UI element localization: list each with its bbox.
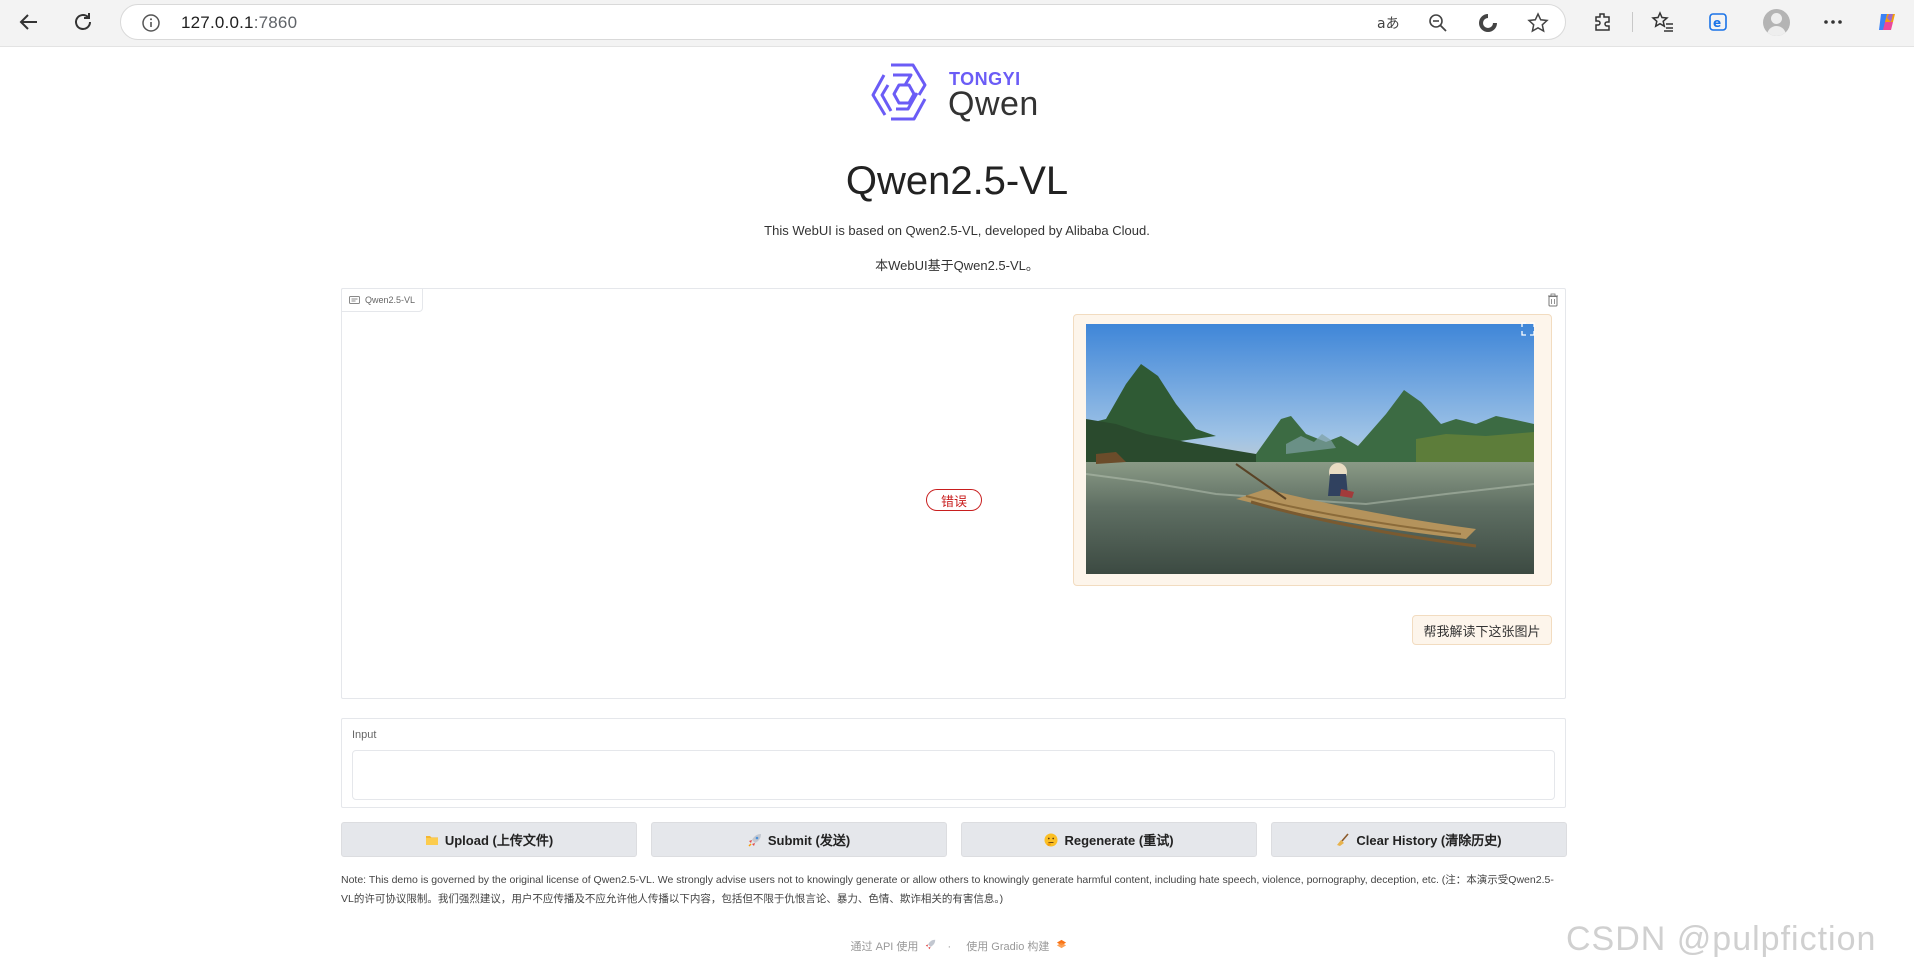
use-via-api-link[interactable]: 通过 API 使用 [847,939,937,953]
submit-button-label: Submit (发送) [767,833,851,848]
web-page: TONGYI Qwen Qwen2.5-VL This WebUI is bas… [0,46,1914,973]
subtitle-en: This WebUI is based on Qwen2.5-VL, devel… [764,223,1150,238]
regenerate-button[interactable]: Regenerate (重试) [961,822,1257,857]
chatbot-label: Qwen2.5-VL [341,288,424,312]
landscape-photo[interactable] [1086,324,1534,574]
broom-icon [1337,832,1349,846]
address-bar[interactable]: 127.0.0.1:7860 aあ [120,4,1566,40]
input-block: Input [341,718,1566,808]
url-text: 127.0.0.1:7860 [181,13,297,33]
page-title: Qwen2.5-VL [845,159,1069,203]
clear-history-button[interactable]: Clear History (清除历史) [1271,822,1567,857]
use-via-api-text: 通过 API 使用 [850,941,919,953]
url-port: :7860 [253,13,298,32]
upload-button[interactable]: Upload (上传文件) [341,822,637,857]
thinking-face-icon [1044,833,1058,846]
qwen-logo-icon [871,63,927,121]
input-label: Input [352,729,377,741]
built-with-gradio-link[interactable]: 使用 Gradio 构建 [962,939,1067,953]
chatbot-label-text: Qwen2.5-VL [365,295,416,305]
regenerate-button-label: Regenerate (重试) [1064,833,1174,848]
extensions-icon[interactable] [1588,8,1618,36]
user-text-message: 帮我解读下这张图片 [1412,615,1552,645]
profile-avatar[interactable] [1763,9,1790,36]
gradio-logo-icon [1057,939,1067,949]
favorite-star-icon[interactable] [1524,11,1552,35]
clear-chat-trash-icon[interactable] [1547,293,1559,312]
rocket-icon [748,833,761,847]
read-aloud-icon[interactable]: aあ [1375,11,1403,35]
browser-essentials-icon[interactable]: e [1703,8,1733,36]
logo-qwen-text: Qwen [948,85,1039,123]
user-image-message [1073,314,1552,586]
folder-icon [425,835,438,845]
site-info-icon[interactable] [141,13,161,38]
expand-image-icon[interactable] [1521,322,1537,338]
svg-text:e: e [1713,16,1721,30]
license-note: Note: This demo is governed by the origi… [341,874,1554,905]
refresh-button[interactable] [66,6,100,38]
footer-separator: · [947,941,952,953]
submit-button[interactable]: Submit (发送) [651,822,947,857]
refresh-icon [75,13,91,30]
url-host: 127.0.0.1 [181,13,254,32]
csdn-watermark: CSDN @pulpfiction [1566,920,1877,958]
back-button[interactable] [12,6,46,38]
back-arrow-icon [19,14,37,30]
copilot-icon[interactable] [1872,8,1902,36]
chatbot-panel[interactable]: Qwen2.5-VL 错误 帮我解读下这张图片 [341,288,1566,699]
chatbot-icon [349,295,360,304]
svg-text:aあ: aあ [1377,16,1400,32]
clear-history-button-label: Clear History (清除历史) [1356,833,1502,848]
input-textarea[interactable] [352,750,1555,800]
favorites-icon[interactable] [1648,8,1678,36]
zoom-out-icon[interactable] [1424,11,1452,35]
more-menu-icon[interactable] [1818,8,1848,36]
tongyi-qwen-logo: TONGYI Qwen [869,59,1041,131]
subtitle-zh: 本WebUI基于Qwen2.5-VL。 [875,258,1039,273]
upload-button-label: Upload (上传文件) [444,833,554,848]
toolbar-divider [1632,12,1633,32]
error-badge: 错误 [926,489,982,511]
built-with-gradio-text: 使用 Gradio 构建 [966,941,1050,953]
edge-refresh-icon[interactable] [1474,11,1502,35]
browser-toolbar: 127.0.0.1:7860 aあ e [0,0,1914,44]
rocket-small-icon [926,939,936,950]
